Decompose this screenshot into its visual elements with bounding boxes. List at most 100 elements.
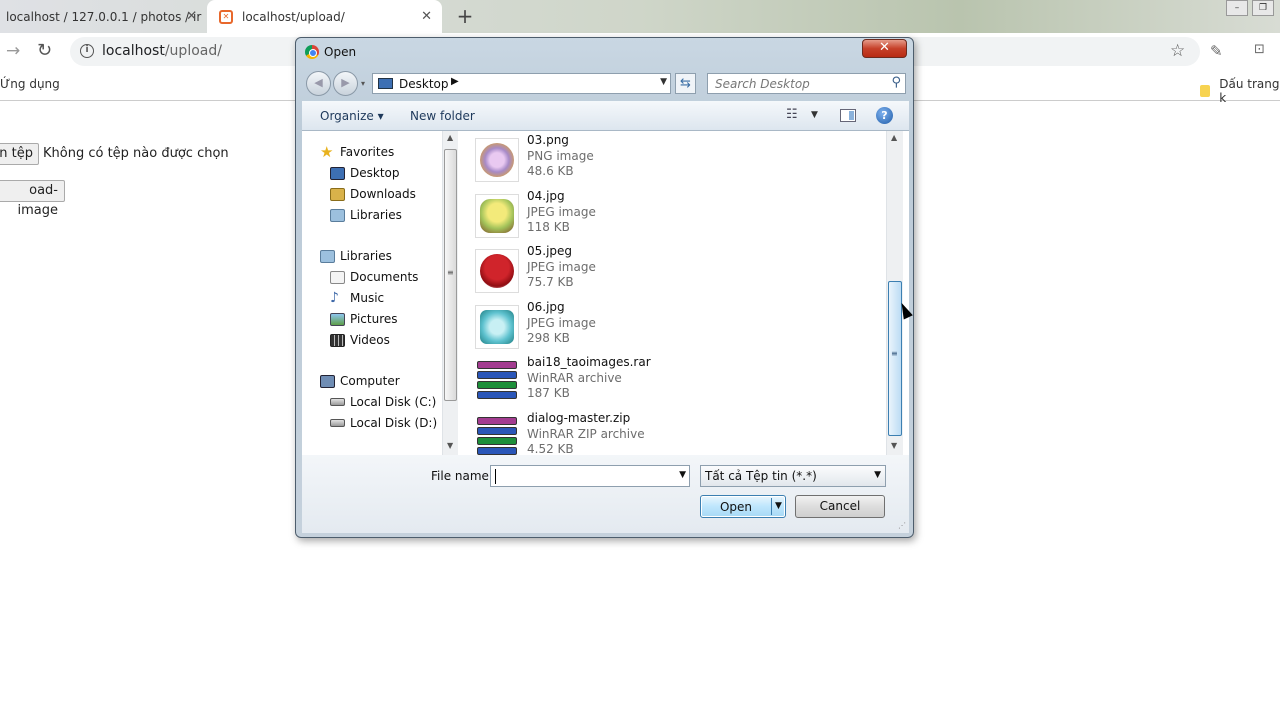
tab-label: localhost/upload/ (242, 9, 345, 24)
nav-music[interactable]: ♪ Music (330, 289, 384, 307)
list-item[interactable]: dialog-master.zip WinRAR ZIP archive 4.5… (472, 411, 772, 455)
back-button[interactable]: ◀ (306, 71, 331, 96)
help-icon[interactable]: ? (876, 107, 893, 124)
chevron-down-icon[interactable]: ▼ (660, 77, 667, 87)
command-bar: Organize ▾ New folder ☷ ▼ ? (302, 101, 909, 131)
maximize-button[interactable]: ❐ (1252, 0, 1274, 16)
nav-disk-d[interactable]: Local Disk (D:) (330, 414, 437, 432)
text-caret (495, 469, 496, 484)
list-item[interactable]: 06.jpg JPEG image 298 KB (472, 300, 772, 352)
breadcrumb-arrow-icon[interactable]: ▶ (451, 76, 459, 87)
list-item[interactable]: 03.png PNG image 48.6 KB (472, 133, 772, 185)
close-icon[interactable]: ✕ (186, 9, 197, 24)
browser-tab-strip: localhost / 127.0.0.1 / photos / ir ✕ ✕ … (0, 0, 1280, 33)
nav-videos[interactable]: Videos (330, 331, 390, 349)
forward-button[interactable]: ▶ (333, 71, 358, 96)
scroll-grip-icon: ≡ (447, 268, 454, 277)
file-thumbnail (475, 194, 519, 238)
pictures-icon (330, 312, 345, 326)
file-size: 75.7 KB (527, 275, 574, 289)
music-icon: ♪ (330, 289, 339, 306)
bookmark-star-icon[interactable]: ☆ (1170, 41, 1185, 61)
nav-favorites[interactable]: ★ Favorites (320, 143, 394, 161)
forward-icon[interactable]: → (6, 41, 20, 61)
url-path: /upload/ (164, 43, 222, 59)
preview-pane-icon[interactable] (840, 109, 856, 122)
file-list-scrollbar[interactable]: ▲ ≡ ▼ (886, 131, 903, 455)
list-item[interactable]: 05.jpeg JPEG image 75.7 KB (472, 244, 772, 296)
scroll-down-icon[interactable]: ▼ (447, 441, 453, 450)
nav-scrollbar[interactable]: ▲ ≡ ▼ (442, 131, 458, 455)
tab-upload[interactable]: ✕ localhost/upload/ ✕ (207, 0, 442, 33)
nav-label: Downloads (350, 187, 416, 201)
new-folder-button[interactable]: New folder (410, 109, 475, 123)
scroll-down-icon[interactable]: ▼ (891, 441, 897, 450)
xampp-favicon-icon: ✕ (219, 9, 233, 24)
new-tab-button[interactable]: + (453, 6, 477, 28)
search-input[interactable]: Search Desktop ⚲ (707, 73, 906, 94)
url-host: localhost (102, 43, 165, 59)
file-type: PNG image (527, 149, 594, 163)
nav-documents[interactable]: Documents (330, 268, 418, 286)
extension-icon[interactable]: ✎ (1210, 42, 1223, 60)
nav-pictures[interactable]: Pictures (330, 310, 398, 328)
close-icon[interactable]: ✕ (421, 9, 432, 24)
scroll-up-icon[interactable]: ▲ (447, 133, 453, 142)
choose-file-button[interactable]: n tệp (0, 143, 39, 165)
file-size: 118 KB (527, 220, 570, 234)
file-thumbnail (475, 249, 519, 293)
dialog-body: ★ Favorites Desktop Downloads Libraries L… (302, 131, 909, 455)
nav-libraries[interactable]: Libraries (320, 247, 392, 265)
menu-icon[interactable]: ⊡ (1254, 42, 1265, 57)
info-icon[interactable]: i (80, 44, 94, 58)
file-type-filter: Tất cả Tệp tin (*.*) (705, 469, 817, 483)
nav-computer[interactable]: Computer (320, 372, 400, 390)
nav-label: Computer (340, 374, 400, 388)
file-name: dialog-master.zip (527, 411, 631, 425)
list-item[interactable]: 04.jpg JPEG image 118 KB (472, 189, 772, 241)
file-name: 04.jpg (527, 189, 565, 203)
file-thumbnail (475, 305, 519, 349)
file-name-input[interactable]: ▼ (490, 465, 690, 487)
location-text: Desktop (399, 77, 449, 91)
bookmark-folder[interactable]: Dấu trang k (1200, 77, 1280, 105)
resize-grip-icon[interactable]: ⋰ (898, 521, 906, 530)
upload-image-button[interactable]: oad-image (0, 180, 65, 218)
nav-disk-c[interactable]: Local Disk (C:) (330, 393, 436, 411)
disk-icon (330, 398, 345, 406)
winrar-icon (477, 417, 517, 455)
search-icon[interactable]: ⚲ (891, 75, 901, 90)
file-type: WinRAR ZIP archive (527, 427, 645, 441)
chevron-down-icon[interactable]: ▼ (811, 110, 818, 120)
file-name: 03.png (527, 133, 569, 147)
nav-downloads[interactable]: Downloads (330, 185, 416, 203)
open-button[interactable]: Open ▼ (700, 495, 786, 518)
nav-label: Local Disk (C:) (350, 395, 437, 409)
star-icon: ★ (320, 142, 334, 161)
dialog-title: Open (324, 45, 357, 59)
cancel-button[interactable]: Cancel (795, 495, 885, 518)
computer-icon (320, 374, 335, 388)
history-dropdown-icon[interactable]: ▾ (361, 79, 365, 88)
nav-desktop[interactable]: Desktop (330, 164, 400, 182)
bookmark-apps[interactable]: Ứng dụng (0, 77, 60, 91)
list-item[interactable]: bai18_taoimages.rar WinRAR archive 187 K… (472, 355, 772, 407)
file-type: JPEG image (527, 205, 596, 219)
chevron-down-icon[interactable]: ▼ (679, 470, 686, 480)
reload-icon[interactable]: ↻ (37, 40, 52, 61)
nav-label: Local Disk (D:) (350, 416, 438, 430)
view-options-icon[interactable]: ☷ (786, 107, 798, 122)
file-size: 48.6 KB (527, 164, 574, 178)
scroll-up-icon[interactable]: ▲ (891, 133, 897, 142)
chevron-down-icon[interactable]: ▼ (775, 501, 782, 511)
dialog-close-button[interactable]: ✕ (862, 39, 907, 58)
organize-button[interactable]: Organize ▾ (320, 109, 384, 123)
file-type-select[interactable]: Tất cả Tệp tin (*.*) ▼ (700, 465, 886, 487)
chevron-down-icon[interactable]: ▼ (874, 470, 881, 480)
libraries-icon (320, 249, 335, 263)
tab-phpmyadmin[interactable]: localhost / 127.0.0.1 / photos / ir ✕ (0, 0, 207, 33)
location-bar[interactable]: Desktop ▶ ▼ (372, 73, 671, 94)
minimize-button[interactable]: – (1226, 0, 1248, 16)
nav-libraries-fav[interactable]: Libraries (330, 206, 402, 224)
refresh-button[interactable]: ⇆ (675, 73, 696, 94)
